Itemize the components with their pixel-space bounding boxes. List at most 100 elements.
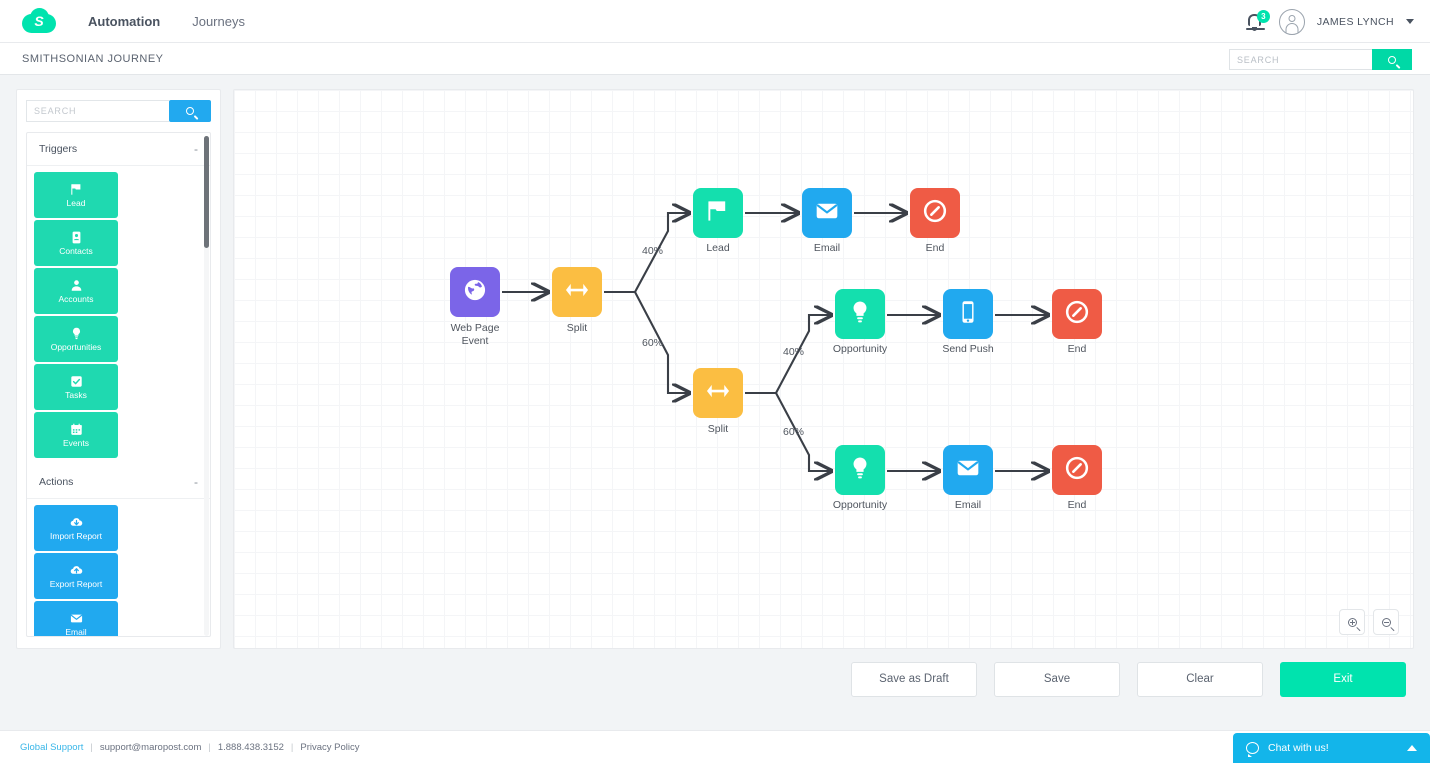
journey-search — [1229, 49, 1412, 70]
footer-links: Global Support | support@maropost.com | … — [20, 742, 359, 753]
cloud-upload-icon — [70, 564, 83, 577]
palette-search-button[interactable] — [169, 100, 211, 122]
lightbulb-icon — [70, 327, 83, 340]
flow-node-end[interactable] — [1052, 289, 1102, 339]
header-right-cluster: 3 JAMES LYNCH — [1245, 0, 1414, 43]
avatar[interactable] — [1278, 8, 1305, 35]
palette-tile-label: Opportunities — [50, 341, 102, 352]
palette-scroll-area[interactable]: Triggers - Lead Contacts Accounts Opportuniti… — [26, 132, 211, 637]
flow-node-opportunity[interactable] — [835, 289, 885, 339]
palette-tile-tasks[interactable]: Tasks — [34, 364, 118, 410]
chevron-down-icon[interactable] — [1406, 19, 1414, 24]
global-support-link[interactable]: Global Support — [20, 742, 83, 753]
primary-nav: Automation Journeys — [88, 14, 245, 29]
support-phone[interactable]: 1.888.438.3152 — [218, 742, 284, 753]
zoom-out-button[interactable] — [1373, 609, 1399, 635]
palette-scrollbar-thumb[interactable] — [204, 136, 209, 248]
flow-node-send-push[interactable] — [943, 289, 993, 339]
logo-letter: S — [34, 13, 44, 29]
palette-tile-accounts[interactable]: Accounts — [34, 268, 118, 314]
clear-button[interactable]: Clear — [1137, 661, 1263, 697]
footer-separator: | — [90, 741, 93, 753]
collapse-toggle-icon[interactable]: - — [194, 143, 198, 155]
palette-section-title: Triggers — [39, 143, 78, 155]
collapse-toggle-icon[interactable]: - — [194, 476, 198, 488]
save-as-draft-button[interactable]: Save as Draft — [851, 661, 977, 697]
envelope-icon — [956, 456, 980, 485]
page-title: SMITHSONIAN JOURNEY — [22, 52, 164, 65]
no-entry-icon — [923, 199, 947, 228]
support-email[interactable]: support@maropost.com — [100, 742, 202, 753]
chat-widget[interactable]: Chat with us! — [1233, 733, 1430, 763]
user-icon — [70, 279, 83, 292]
palette-search-input[interactable] — [26, 100, 169, 122]
flag-icon — [70, 183, 83, 196]
journey-canvas[interactable]: Web Page Event Split Lead Email End Split Oppo… — [233, 89, 1414, 649]
zoom-controls — [1339, 609, 1399, 635]
palette-search — [26, 100, 211, 122]
search-icon — [186, 107, 199, 120]
notifications-button[interactable]: 3 — [1245, 9, 1270, 34]
nav-item-journeys[interactable]: Journeys — [192, 14, 245, 29]
palette-tile-events[interactable]: Events — [34, 412, 118, 458]
privacy-policy-link[interactable]: Privacy Policy — [300, 742, 359, 753]
palette-tile-email[interactable]: Email — [34, 601, 118, 637]
palette-tile-label: Events — [63, 437, 89, 448]
footer: Global Support | support@maropost.com | … — [0, 730, 1430, 763]
search-icon — [1388, 55, 1401, 69]
palette-tile-label: Accounts — [58, 293, 94, 304]
flow-node-lead[interactable] — [693, 188, 743, 238]
arrows-horizontal-icon — [565, 278, 589, 307]
flow-node-end[interactable] — [910, 188, 960, 238]
flow-node-end[interactable] — [1052, 445, 1102, 495]
component-palette-sidebar: Triggers - Lead Contacts Accounts Opportuniti… — [16, 89, 221, 649]
palette-tile-label: Lead — [66, 197, 86, 208]
journey-search-input[interactable] — [1229, 49, 1372, 70]
workspace: Triggers - Lead Contacts Accounts Opportuniti… — [0, 75, 1430, 649]
chevron-up-icon[interactable] — [1407, 745, 1417, 751]
palette-sections: Triggers - Lead Contacts Accounts Opportuniti… — [27, 133, 210, 637]
palette-scrollbar[interactable] — [204, 136, 209, 636]
flow-node-email[interactable] — [943, 445, 993, 495]
maropost-logo[interactable]: S — [22, 8, 56, 34]
palette-tile-label: Contacts — [59, 245, 93, 256]
cloud-download-icon — [70, 516, 83, 529]
no-entry-icon — [1065, 300, 1089, 329]
flow-node-email[interactable] — [802, 188, 852, 238]
no-entry-icon — [1065, 456, 1089, 485]
notification-badge: 3 — [1256, 9, 1270, 23]
nav-item-automation[interactable]: Automation — [88, 14, 160, 29]
palette-tile-lead[interactable]: Lead — [34, 172, 118, 218]
zoom-in-button[interactable] — [1339, 609, 1365, 635]
lightbulb-icon — [848, 300, 872, 329]
palette-tile-label: Tasks — [65, 389, 87, 400]
flow-connectors — [502, 90, 1394, 649]
avatar-body-icon — [1285, 22, 1299, 33]
sub-header: SMITHSONIAN JOURNEY — [0, 43, 1430, 75]
palette-section-header-triggers[interactable]: Triggers - — [27, 133, 210, 166]
palette-tile-export-report[interactable]: Export Report — [34, 553, 118, 599]
palette-tile-opportunities[interactable]: Opportunities — [34, 316, 118, 362]
lightbulb-icon — [848, 456, 872, 485]
palette-tile-label: Email — [65, 626, 87, 637]
palette-section-header-actions[interactable]: Actions - — [27, 466, 210, 499]
calendar-icon — [70, 423, 83, 436]
palette-section-title: Actions — [39, 476, 74, 488]
flow-node-web-page-event[interactable] — [450, 267, 500, 317]
palette-tile-label: Export Report — [49, 578, 103, 589]
form-action-bar: Save as Draft Save Clear Exit — [0, 649, 1430, 709]
flow-node-split[interactable] — [693, 368, 743, 418]
palette-tile-import-report[interactable]: Import Report — [34, 505, 118, 551]
flow-node-opportunity[interactable] — [835, 445, 885, 495]
exit-button[interactable]: Exit — [1280, 661, 1406, 697]
top-header: S Automation Journeys 3 JAMES LYNCH — [0, 0, 1430, 43]
journey-search-button[interactable] — [1372, 49, 1412, 70]
footer-separator: | — [290, 741, 294, 753]
bell-clapper-icon — [1251, 26, 1257, 31]
flow-node-split[interactable] — [552, 267, 602, 317]
palette-tile-contacts[interactable]: Contacts — [34, 220, 118, 266]
user-name-label[interactable]: JAMES LYNCH — [1317, 16, 1394, 28]
save-button[interactable]: Save — [994, 661, 1120, 697]
zoom-in-icon — [1347, 617, 1361, 632]
avatar-head-icon — [1288, 14, 1296, 22]
